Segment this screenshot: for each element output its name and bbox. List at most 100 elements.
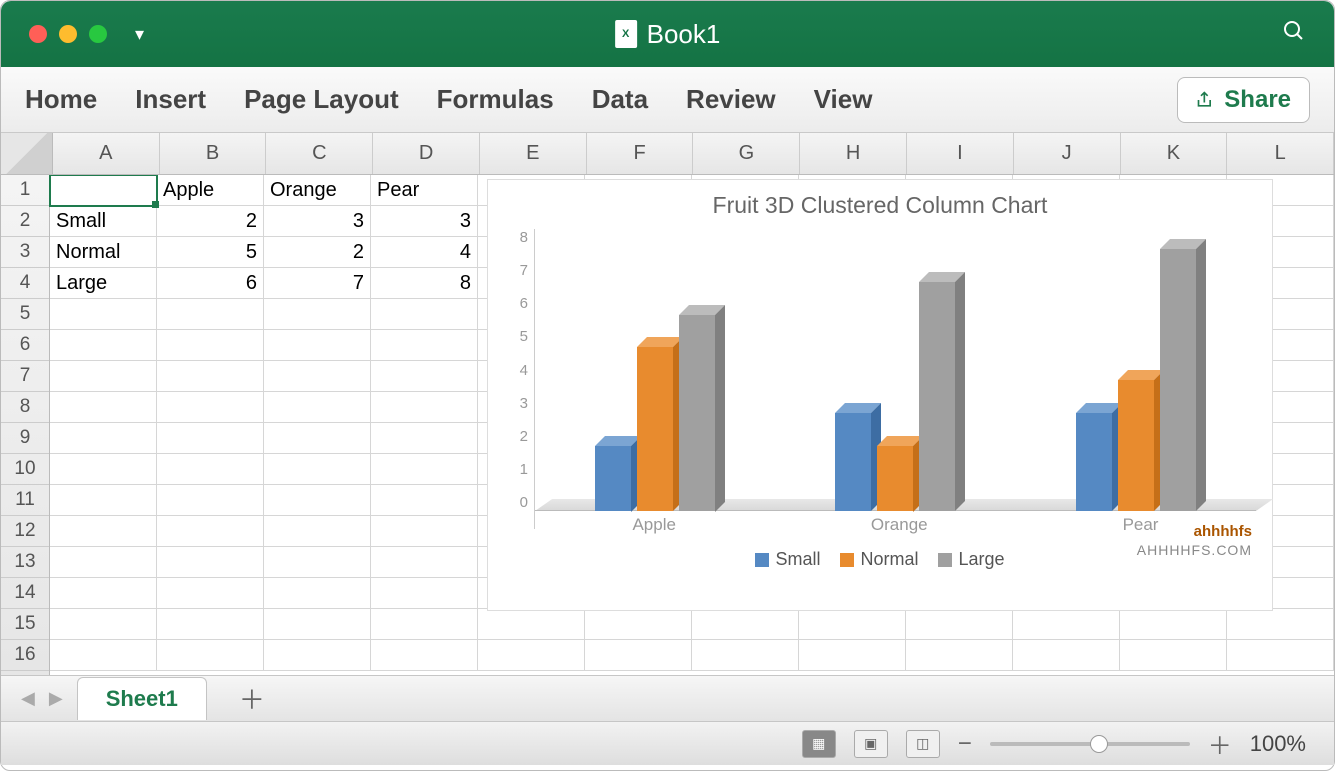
col-header[interactable]: E <box>480 133 587 174</box>
cell[interactable] <box>371 330 478 361</box>
cell[interactable] <box>157 578 264 609</box>
cell-a4[interactable]: Large <box>50 268 157 299</box>
cell[interactable] <box>157 609 264 640</box>
cell[interactable] <box>264 330 371 361</box>
cell-b1[interactable]: Apple <box>157 175 264 206</box>
cell-a3[interactable]: Normal <box>50 237 157 268</box>
cell[interactable] <box>1013 640 1120 671</box>
row-header[interactable]: 8 <box>1 392 49 423</box>
cell-b2[interactable]: 2 <box>157 206 264 237</box>
maximize-icon[interactable] <box>89 25 107 43</box>
view-normal-icon[interactable]: ▦ <box>802 730 836 758</box>
row-header[interactable]: 3 <box>1 237 49 268</box>
cell[interactable] <box>371 299 478 330</box>
cell[interactable] <box>478 640 585 671</box>
col-header[interactable]: H <box>800 133 907 174</box>
cell[interactable] <box>1227 640 1334 671</box>
cell[interactable] <box>264 609 371 640</box>
cell[interactable] <box>157 330 264 361</box>
row-header[interactable]: 6 <box>1 330 49 361</box>
cell[interactable] <box>371 640 478 671</box>
cell[interactable] <box>50 454 157 485</box>
row-header[interactable]: 5 <box>1 299 49 330</box>
cell[interactable] <box>692 640 799 671</box>
cell[interactable] <box>50 330 157 361</box>
cell[interactable] <box>157 547 264 578</box>
cell[interactable] <box>585 640 692 671</box>
col-header[interactable]: G <box>693 133 800 174</box>
cell[interactable] <box>371 423 478 454</box>
cell-a2[interactable]: Small <box>50 206 157 237</box>
cell[interactable] <box>50 609 157 640</box>
sheet-nav-prev-icon[interactable]: ◀ <box>21 688 35 709</box>
col-header[interactable]: A <box>53 133 160 174</box>
cell[interactable] <box>371 547 478 578</box>
col-header[interactable]: J <box>1014 133 1121 174</box>
cell[interactable] <box>906 609 1013 640</box>
cell-c1[interactable]: Orange <box>264 175 371 206</box>
tab-view[interactable]: View <box>814 84 873 115</box>
chart-object[interactable]: Fruit 3D Clustered Column Chart 8 7 6 5 … <box>487 179 1273 611</box>
cell[interactable] <box>799 640 906 671</box>
cell-b4[interactable]: 6 <box>157 268 264 299</box>
cell[interactable] <box>157 423 264 454</box>
share-button[interactable]: Share <box>1177 77 1310 123</box>
col-header[interactable]: B <box>160 133 267 174</box>
tab-formulas[interactable]: Formulas <box>437 84 554 115</box>
cell[interactable] <box>50 547 157 578</box>
cell[interactable] <box>264 454 371 485</box>
cell[interactable] <box>157 516 264 547</box>
cell[interactable] <box>264 578 371 609</box>
row-header[interactable]: 16 <box>1 640 49 671</box>
tab-insert[interactable]: Insert <box>135 84 206 115</box>
cell[interactable] <box>157 392 264 423</box>
row-header[interactable]: 11 <box>1 485 49 516</box>
select-all-corner[interactable] <box>1 133 53 174</box>
cell[interactable] <box>585 609 692 640</box>
row-header[interactable]: 12 <box>1 516 49 547</box>
cell[interactable] <box>371 609 478 640</box>
sheet-nav-next-icon[interactable]: ▶ <box>49 688 63 709</box>
col-header[interactable]: L <box>1227 133 1334 174</box>
add-sheet-icon[interactable]: ＋ <box>221 680 283 717</box>
view-page-break-icon[interactable]: ◫ <box>906 730 940 758</box>
cell[interactable] <box>50 516 157 547</box>
cell[interactable] <box>371 578 478 609</box>
zoom-in-icon[interactable]: ＋ <box>1208 726 1232 761</box>
cell[interactable] <box>264 392 371 423</box>
row-header[interactable]: 13 <box>1 547 49 578</box>
cell[interactable] <box>264 516 371 547</box>
cell[interactable] <box>264 423 371 454</box>
cell-c3[interactable]: 2 <box>264 237 371 268</box>
cell[interactable] <box>371 361 478 392</box>
cell[interactable] <box>50 361 157 392</box>
cell[interactable] <box>50 299 157 330</box>
cell[interactable] <box>371 454 478 485</box>
col-header[interactable]: I <box>907 133 1014 174</box>
cell[interactable] <box>157 640 264 671</box>
cell[interactable] <box>50 640 157 671</box>
row-header[interactable]: 7 <box>1 361 49 392</box>
cell[interactable] <box>1120 640 1227 671</box>
cell[interactable] <box>264 640 371 671</box>
cell[interactable] <box>1120 609 1227 640</box>
cell[interactable] <box>264 361 371 392</box>
tab-home[interactable]: Home <box>25 84 97 115</box>
cell[interactable] <box>478 609 585 640</box>
cell[interactable] <box>157 299 264 330</box>
cell[interactable] <box>906 640 1013 671</box>
cell[interactable] <box>1227 609 1334 640</box>
row-header[interactable]: 9 <box>1 423 49 454</box>
cell[interactable] <box>50 578 157 609</box>
cell[interactable] <box>799 609 906 640</box>
col-header[interactable]: F <box>587 133 694 174</box>
col-header[interactable]: K <box>1121 133 1228 174</box>
cell-d2[interactable]: 3 <box>371 206 478 237</box>
cell[interactable] <box>264 299 371 330</box>
row-header[interactable]: 2 <box>1 206 49 237</box>
cell[interactable] <box>264 547 371 578</box>
view-page-layout-icon[interactable]: ▣ <box>854 730 888 758</box>
zoom-slider[interactable] <box>990 742 1190 746</box>
cell[interactable] <box>371 516 478 547</box>
cell[interactable] <box>50 392 157 423</box>
